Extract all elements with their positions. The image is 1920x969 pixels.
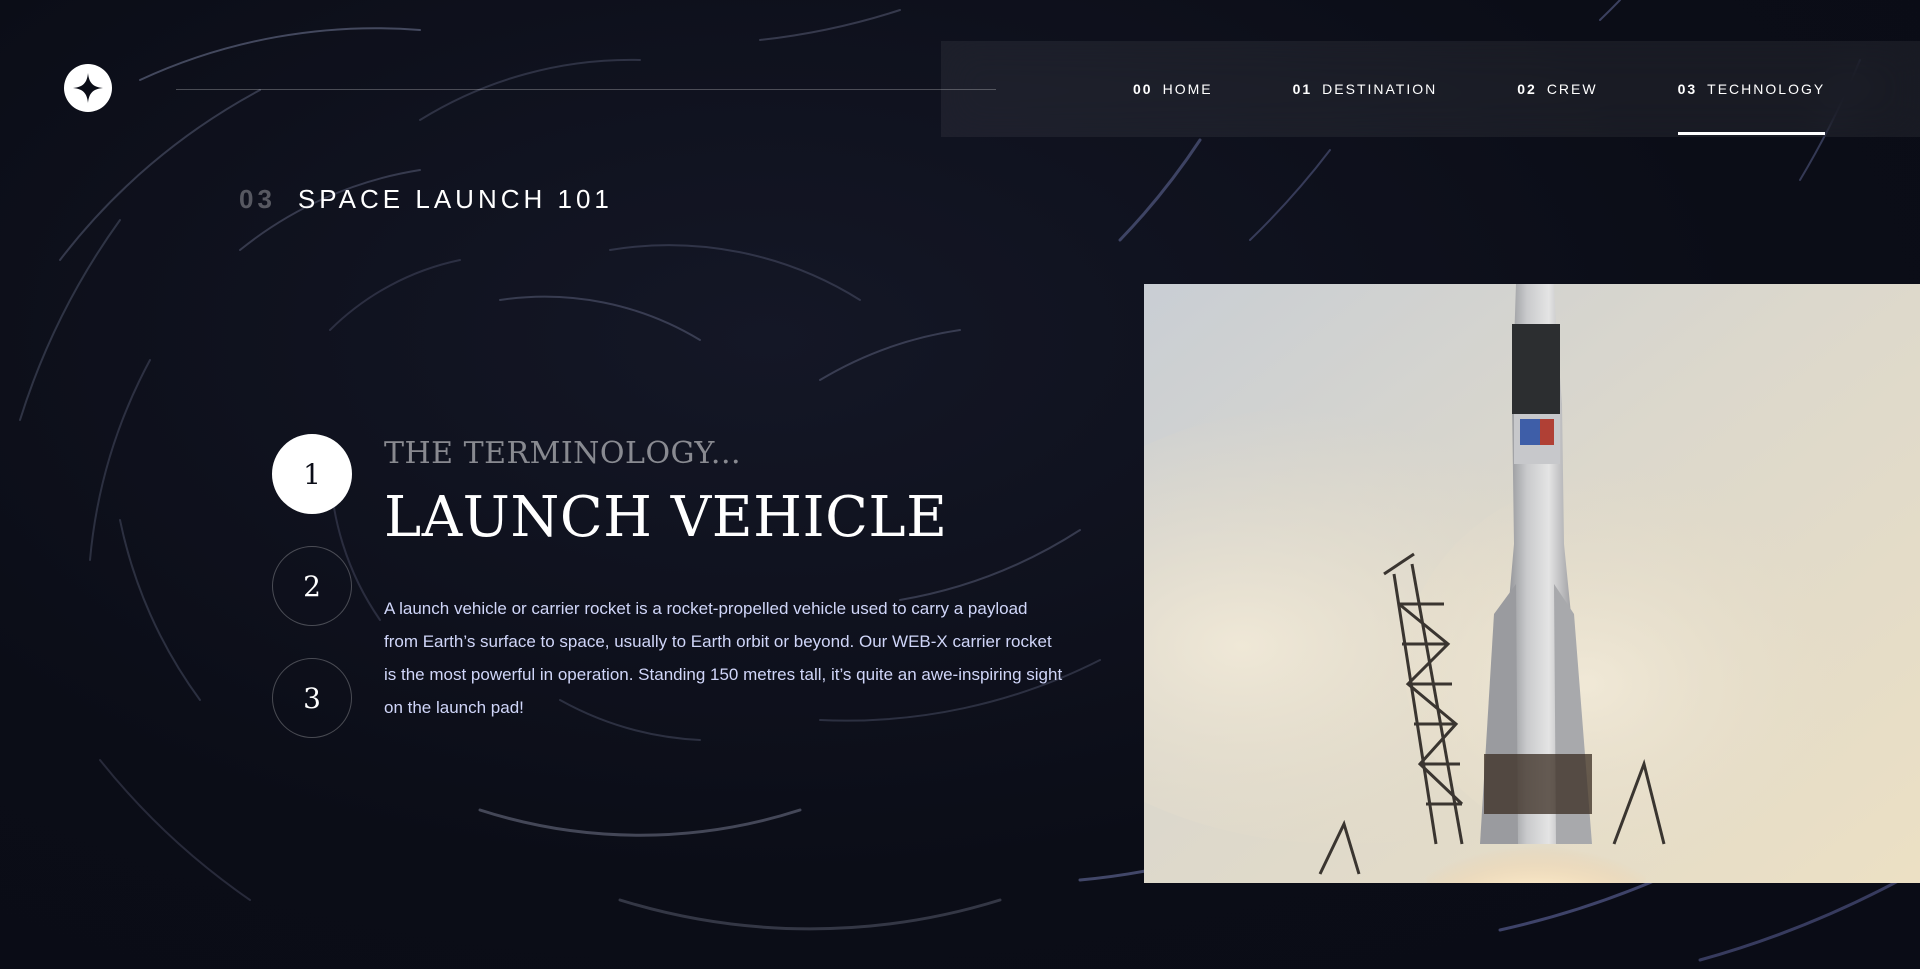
nav-item-label: HOME [1162, 81, 1213, 97]
technology-step-selector: 1 2 3 [272, 434, 352, 770]
terminology-subheading: THE TERMINOLOGY... [384, 436, 742, 471]
primary-navigation: 00 HOME 01 DESTINATION 02 CREW 03 TECHNO… [941, 41, 1920, 137]
nav-item-home[interactable]: 00 HOME [1133, 41, 1213, 137]
page-title-number: 03 [239, 184, 276, 214]
nav-item-number: 01 [1292, 81, 1313, 97]
step-button-3[interactable]: 3 [272, 658, 352, 738]
nav-item-label: TECHNOLOGY [1707, 81, 1826, 97]
technology-description: A launch vehicle or carrier rocket is a … [384, 599, 1063, 717]
rocket-launch-image [1144, 284, 1920, 883]
page-title-text: SPACE LAUNCH 101 [297, 184, 613, 214]
star-logo-icon [73, 73, 103, 103]
nav-item-number: 00 [1133, 81, 1153, 97]
step-button-1[interactable]: 1 [272, 434, 352, 514]
header-divider [176, 89, 996, 90]
logo[interactable] [64, 64, 112, 112]
technology-title: LAUNCH VEHICLE [384, 485, 948, 550]
nav-item-number: 02 [1517, 81, 1537, 97]
nav-item-number: 03 [1677, 81, 1698, 97]
step-button-2[interactable]: 2 [272, 546, 352, 626]
nav-item-destination[interactable]: 01 DESTINATION [1293, 41, 1438, 137]
technology-page: 00 HOME 01 DESTINATION 02 CREW 03 TECHNO… [0, 0, 1920, 969]
nav-item-crew[interactable]: 02 CREW [1517, 41, 1597, 137]
page-title: 03 SPACE LAUNCH 101 [239, 184, 613, 215]
nav-item-label: DESTINATION [1322, 81, 1438, 97]
nav-item-technology[interactable]: 03 TECHNOLOGY [1677, 41, 1826, 137]
nav-item-label: CREW [1546, 81, 1598, 97]
technology-content: THE TERMINOLOGY... LAUNCH VEHICLE A laun… [384, 432, 1064, 741]
